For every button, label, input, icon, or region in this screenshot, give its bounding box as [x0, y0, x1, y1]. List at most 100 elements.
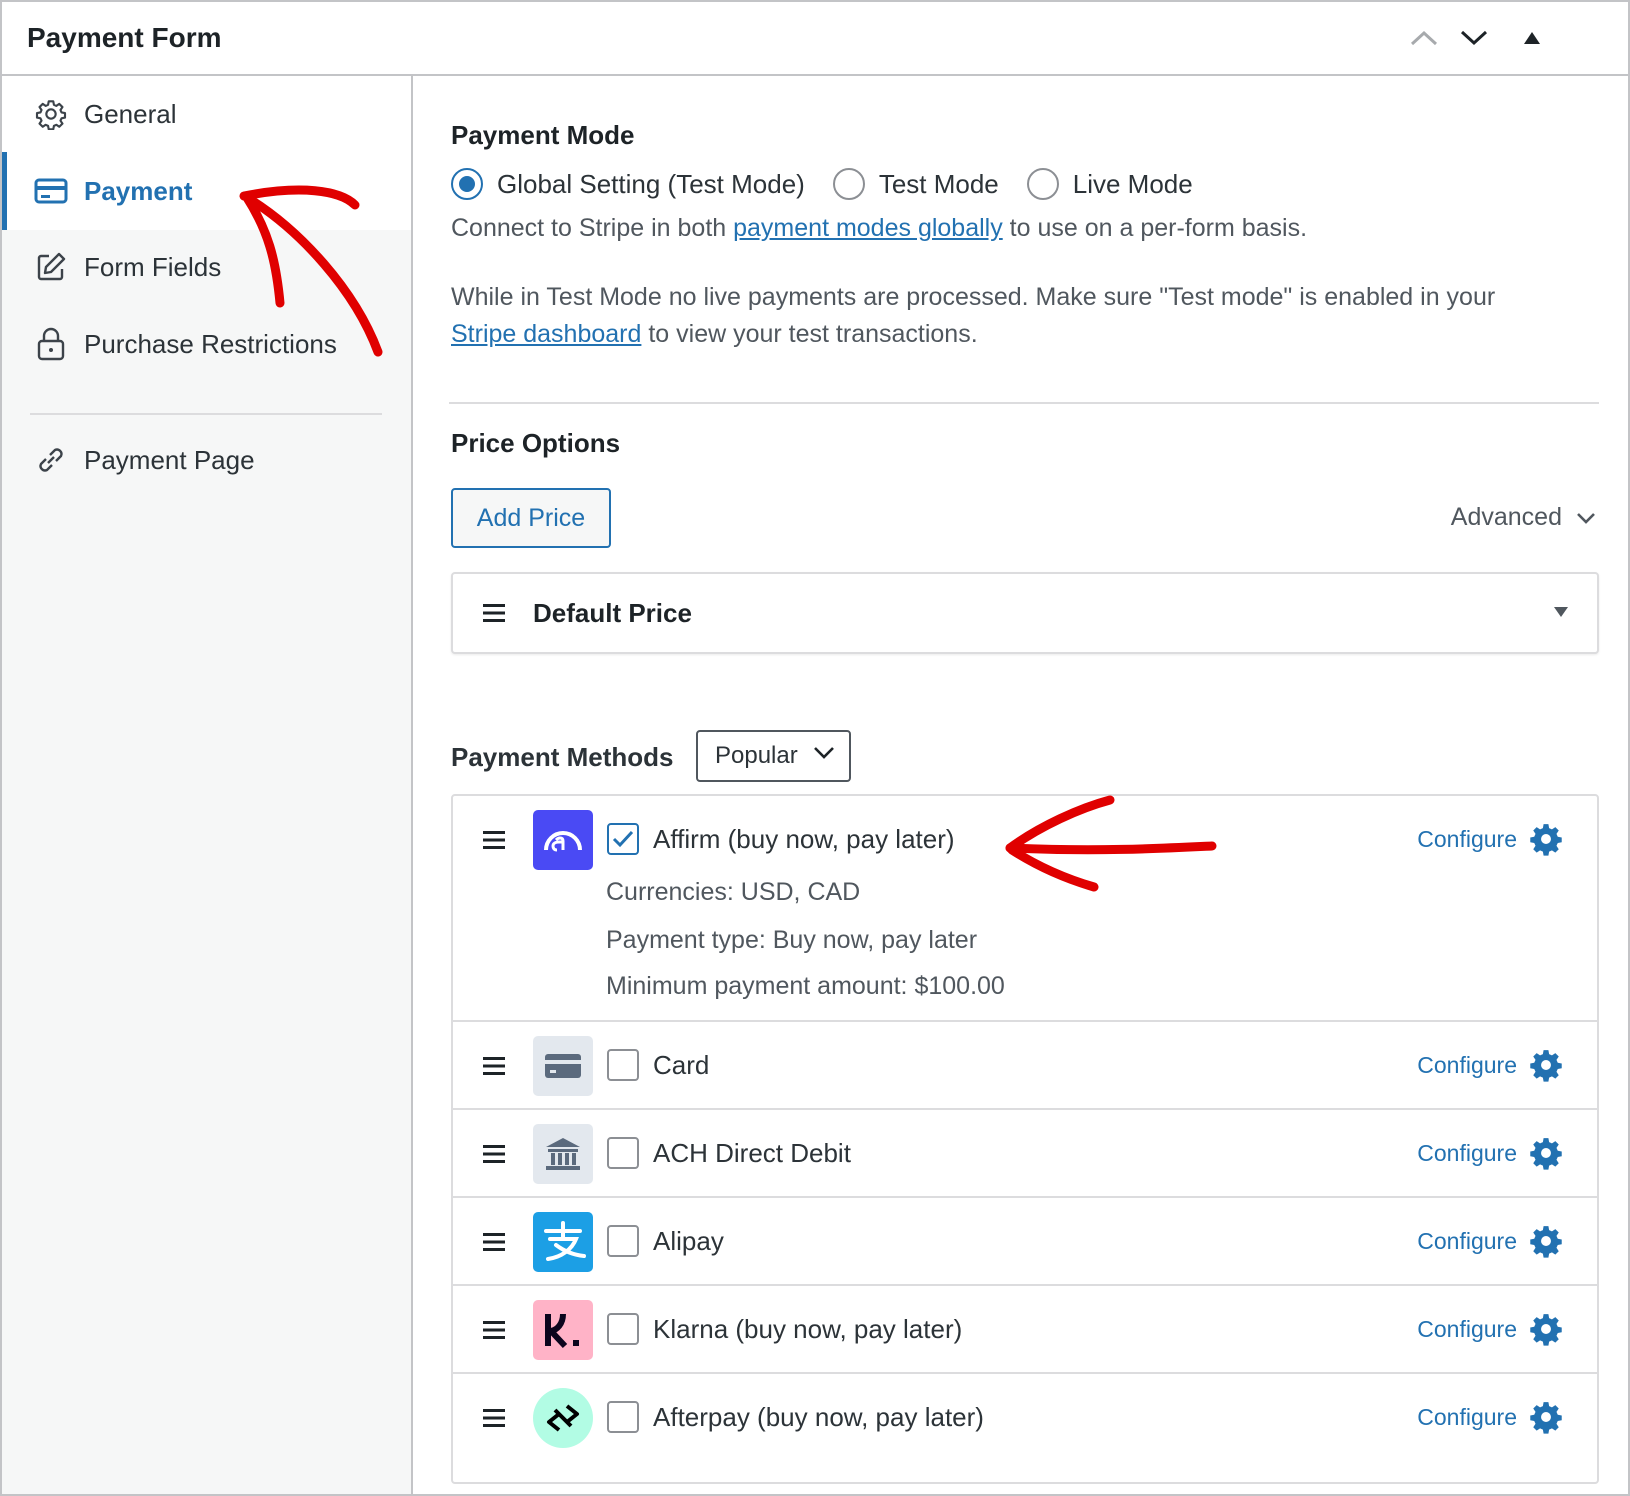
radio-label-global-setting[interactable]: Global Setting (Test Mode): [497, 169, 805, 200]
price-options-title: Price Options: [451, 428, 621, 458]
chevron-down-icon: [814, 747, 834, 759]
gear-icon: [1530, 1138, 1562, 1170]
connect-text-suffix: to use on a per-form basis.: [1002, 214, 1308, 242]
configure-affirm-button[interactable]: Configure: [1417, 822, 1563, 856]
ach-checkbox[interactable]: [607, 1137, 639, 1169]
radio-label-live-mode[interactable]: Live Mode: [1073, 169, 1193, 200]
test-mode-description-line2: Stripe dashboard to view your test trans…: [451, 315, 978, 353]
settings-sidebar: General Payment Form Fields Purchase Res…: [2, 76, 413, 1494]
card-logo: [533, 1036, 593, 1096]
sidebar-item-payment-page[interactable]: Payment Page: [2, 421, 411, 499]
configure-label: Configure: [1417, 825, 1517, 852]
credit-card-icon: [34, 174, 68, 208]
link-icon: [34, 443, 68, 477]
panel-header: Payment Form: [2, 2, 1628, 76]
configure-card-button[interactable]: Configure: [1417, 1048, 1563, 1082]
drag-handle-icon: [483, 1233, 505, 1251]
configure-ach-button[interactable]: Configure: [1417, 1136, 1563, 1170]
test-text-suffix: to view your test transactions.: [641, 320, 978, 348]
drag-handle-icon: [483, 604, 505, 622]
affirm-checkbox[interactable]: [607, 823, 639, 855]
configure-afterpay-button[interactable]: Configure: [1417, 1400, 1563, 1434]
configure-label: Configure: [1417, 1227, 1517, 1254]
payment-method-name: Afterpay (buy now, pay later): [653, 1402, 984, 1432]
payment-methods-title: Payment Methods: [451, 742, 674, 772]
sidebar-item-label: Form Fields: [84, 251, 222, 282]
add-price-button[interactable]: Add Price: [451, 488, 611, 548]
sidebar-item-label: Payment: [84, 175, 193, 206]
klarna-checkbox[interactable]: [607, 1313, 639, 1345]
card-checkbox[interactable]: [607, 1049, 639, 1081]
payment-methods-filter-select[interactable]: Popular: [696, 730, 851, 782]
sidebar-item-purchase-restrictions[interactable]: Purchase Restrictions: [2, 305, 411, 383]
drag-handle-icon: [483, 1145, 505, 1163]
configure-label: Configure: [1417, 1051, 1517, 1078]
payment-settings-main: Payment Mode Global Setting (Test Mode) …: [413, 76, 1628, 1494]
connect-description: Connect to Stripe in both payment modes …: [451, 209, 1307, 247]
connect-text-prefix: Connect to Stripe in both: [451, 214, 734, 242]
test-mode-description-line1: While in Test Mode no live payments are …: [451, 283, 1496, 311]
radio-global-setting[interactable]: [451, 168, 483, 200]
chevron-down-icon: [1460, 30, 1488, 46]
klarna-logo: [533, 1300, 593, 1360]
payment-form-panel: Payment Form General Payment Form Fields…: [0, 0, 1630, 1496]
default-price-row[interactable]: Default Price: [451, 572, 1599, 654]
configure-klarna-button[interactable]: Configure: [1417, 1312, 1563, 1346]
advanced-toggle[interactable]: Advanced: [1451, 503, 1596, 532]
affirm-logo: [533, 810, 593, 870]
default-price-label: Default Price: [533, 598, 692, 628]
gear-icon: [1530, 1314, 1562, 1346]
affirm-currencies: Currencies: USD, CAD: [606, 878, 861, 906]
payment-method-affirm: Affirm (buy now, pay later) Configure Cu…: [453, 796, 1597, 1022]
affirm-payment-type: Payment type: Buy now, pay later: [606, 926, 978, 954]
drag-handle-icon: [483, 1057, 505, 1075]
radio-live-mode[interactable]: [1026, 168, 1059, 200]
checkmark-icon: [612, 830, 634, 848]
sidebar-item-payment[interactable]: Payment: [2, 152, 411, 230]
sidebar-divider: [30, 413, 382, 415]
payment-mode-title: Payment Mode: [451, 120, 635, 150]
alipay-logo: [533, 1212, 593, 1272]
payment-method-alipay: Alipay Configure: [453, 1198, 1597, 1286]
radio-label-test-mode[interactable]: Test Mode: [879, 169, 999, 200]
edit-icon: [34, 250, 68, 284]
gear-icon: [1530, 1050, 1562, 1082]
payment-method-name: Card: [653, 1050, 710, 1080]
filter-selected-value: Popular: [715, 742, 798, 769]
chevron-up-icon: [1410, 30, 1438, 46]
lock-icon: [34, 327, 68, 361]
payment-mode-radio-group: Global Setting (Test Mode) Test Mode Liv…: [451, 168, 1221, 200]
panel-title: Payment Form: [27, 22, 222, 53]
configure-label: Configure: [1417, 1315, 1517, 1342]
configure-label: Configure: [1417, 1139, 1517, 1166]
chevron-down-icon: [1577, 512, 1595, 524]
move-down-button[interactable]: [1454, 18, 1494, 58]
payment-method-afterpay: Afterpay (buy now, pay later) Configure: [453, 1374, 1597, 1464]
drag-handle-icon: [483, 1321, 505, 1339]
sidebar-item-label: Purchase Restrictions: [84, 328, 337, 359]
payment-method-name: ACH Direct Debit: [653, 1138, 851, 1168]
afterpay-logo: [533, 1388, 593, 1448]
sidebar-item-general[interactable]: General: [2, 76, 411, 154]
payment-methods-list: Affirm (buy now, pay later) Configure Cu…: [451, 794, 1599, 1484]
payment-method-card: Card Configure: [453, 1022, 1597, 1110]
section-divider: [449, 402, 1599, 404]
affirm-minimum-amount: Minimum payment amount: $100.00: [606, 972, 1005, 1000]
afterpay-checkbox[interactable]: [607, 1401, 639, 1433]
alipay-checkbox[interactable]: [607, 1225, 639, 1257]
payment-method-klarna: Klarna (buy now, pay later) Configure: [453, 1286, 1597, 1374]
payment-method-name: Alipay: [653, 1226, 724, 1256]
collapse-toggle-button[interactable]: [1512, 18, 1552, 58]
payment-modes-globally-link[interactable]: payment modes globally: [733, 214, 1003, 242]
configure-alipay-button[interactable]: Configure: [1417, 1224, 1563, 1258]
radio-test-mode[interactable]: [832, 168, 865, 200]
move-up-button[interactable]: [1404, 18, 1444, 58]
payment-method-name: Klarna (buy now, pay later): [653, 1314, 963, 1344]
sidebar-item-form-fields[interactable]: Form Fields: [2, 228, 411, 306]
stripe-dashboard-link[interactable]: Stripe dashboard: [451, 320, 641, 348]
gear-icon: [34, 97, 68, 131]
gear-icon: [1530, 1226, 1562, 1258]
payment-method-ach: ACH Direct Debit Configure: [453, 1110, 1597, 1198]
triangle-up-icon: [1524, 32, 1540, 44]
gear-icon: [1530, 824, 1562, 856]
